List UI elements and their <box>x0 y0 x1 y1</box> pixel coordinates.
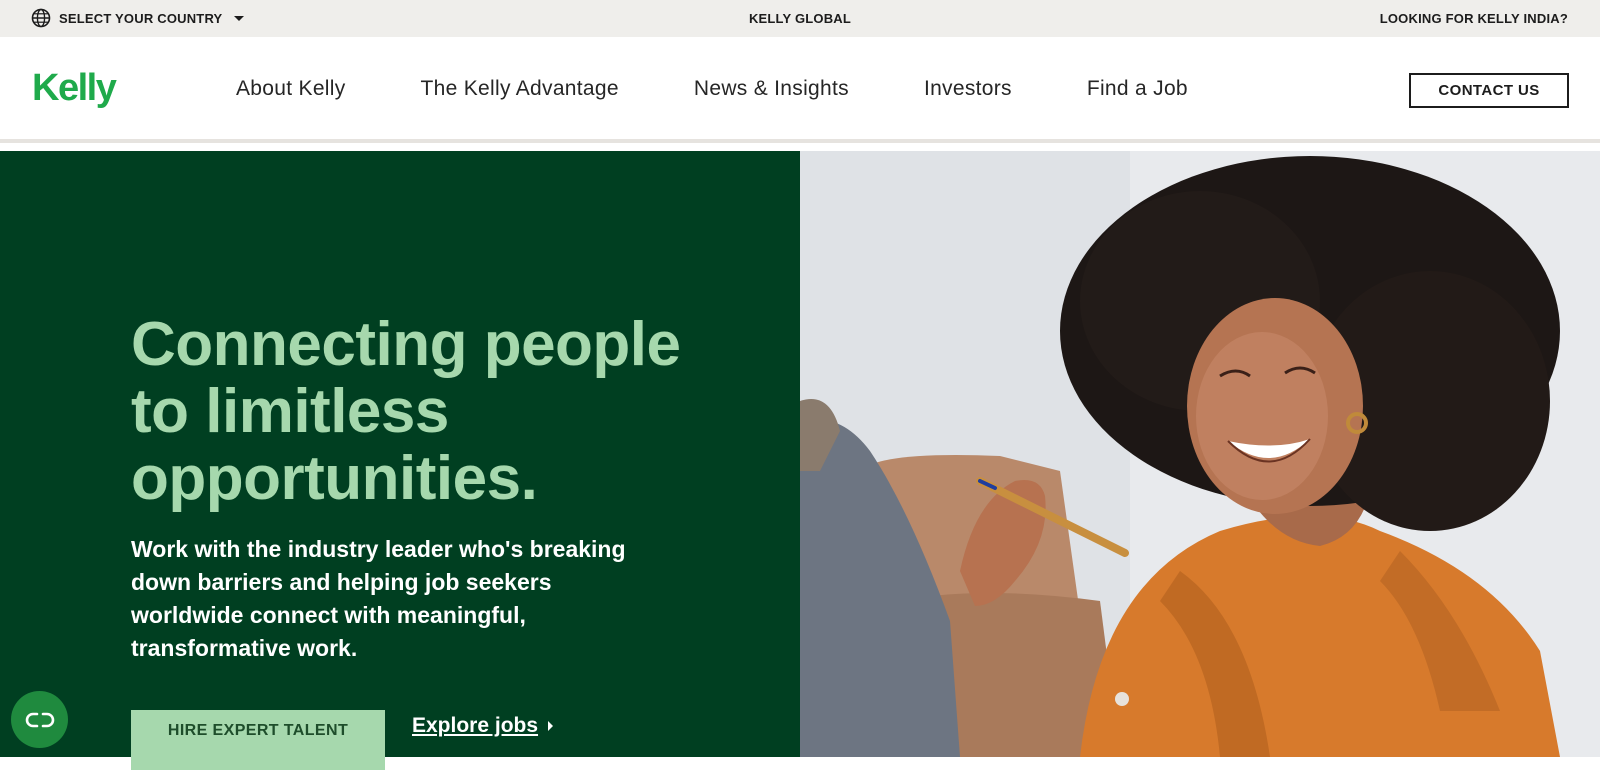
kelly-logo[interactable]: Kelly <box>32 66 118 108</box>
main-header: Kelly About Kelly The Kelly Advantage Ne… <box>0 37 1600 143</box>
hero-title: Connecting people to limitless opportuni… <box>131 310 681 513</box>
chat-widget-button[interactable] <box>11 691 68 748</box>
hire-expert-talent-button[interactable]: HIRE EXPERT TALENT <box>131 710 385 770</box>
kelly-india-link[interactable]: LOOKING FOR KELLY INDIA? <box>1380 11 1568 26</box>
contact-us-button[interactable]: CONTACT US <box>1409 73 1569 108</box>
country-select[interactable]: SELECT YOUR COUNTRY <box>31 8 245 28</box>
globe-icon <box>31 8 51 28</box>
kelly-global-link[interactable]: KELLY GLOBAL <box>749 11 851 26</box>
hero-body: Work with the industry leader who's brea… <box>131 536 626 661</box>
chat-widget-icon <box>25 712 54 727</box>
hire-expert-talent-label: HIRE EXPERT TALENT <box>167 722 349 739</box>
caret-down-icon <box>234 15 245 21</box>
hero-photo <box>800 151 1600 757</box>
logo-text: Kelly <box>32 67 117 108</box>
nav-find-a-job[interactable]: Find a Job <box>1087 77 1188 101</box>
country-select-label: SELECT YOUR COUNTRY <box>59 10 223 26</box>
utility-bar: SELECT YOUR COUNTRY KELLY GLOBAL LOOKING… <box>0 0 1600 37</box>
kelly-logo-mark: Kelly <box>32 67 118 108</box>
primary-nav: About Kelly The Kelly Advantage News & I… <box>236 77 1263 101</box>
explore-jobs-label: Explore jobs <box>412 714 539 737</box>
arrow-right-icon <box>548 721 554 731</box>
nav-kelly-advantage[interactable]: The Kelly Advantage <box>421 77 619 101</box>
hero: Connecting people to limitless opportuni… <box>0 151 1600 770</box>
nav-about-kelly[interactable]: About Kelly <box>236 77 346 101</box>
explore-jobs-link[interactable]: Explore jobs <box>412 714 554 738</box>
nav-investors[interactable]: Investors <box>924 77 1012 101</box>
hero-panel: Connecting people to limitless opportuni… <box>0 151 800 770</box>
nav-news-insights[interactable]: News & Insights <box>694 77 849 101</box>
hero-photo-illustration <box>800 151 1600 757</box>
